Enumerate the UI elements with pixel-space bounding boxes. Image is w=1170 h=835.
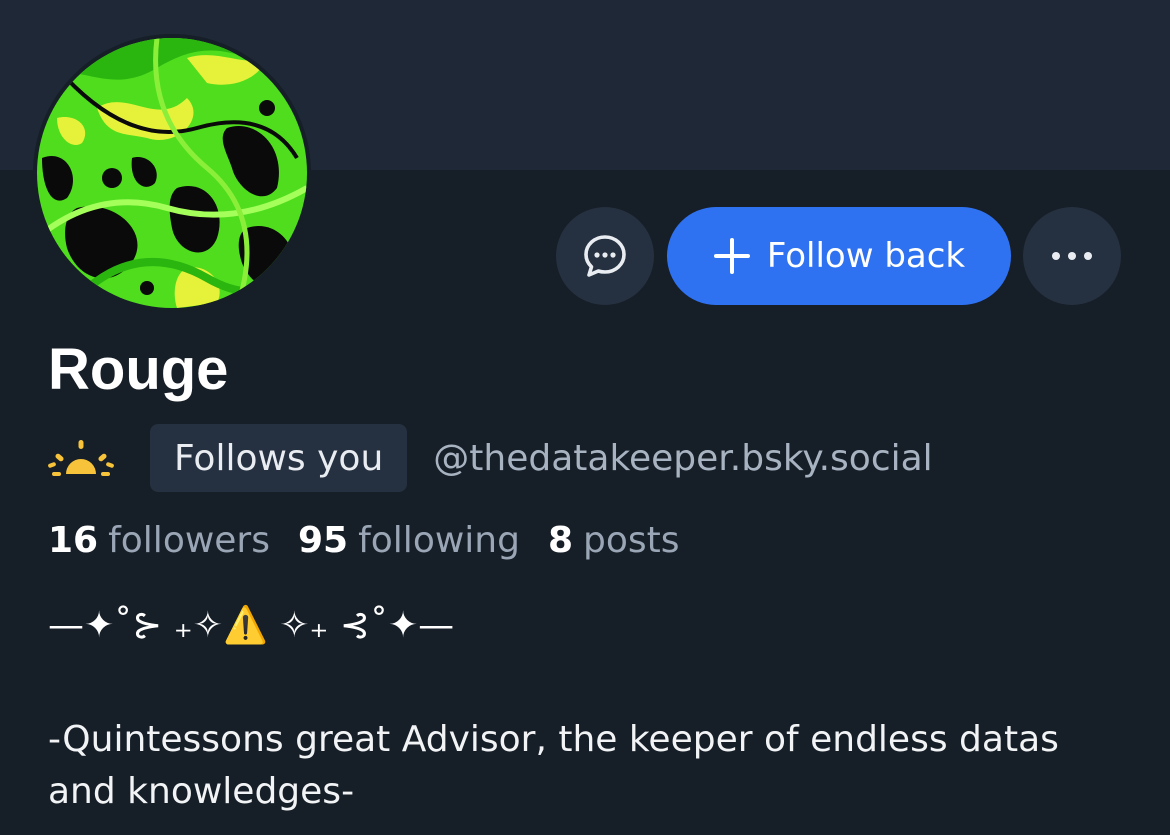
profile-stats: 16 followers 95 following 8 posts — [48, 520, 708, 561]
followers-stat[interactable]: 16 followers — [48, 520, 270, 561]
chat-bubble-icon — [584, 235, 626, 277]
following-count: 95 — [298, 520, 349, 561]
bio-decoration: —✦˚⊱ ₊✧⚠️ ✧₊ ⊰˚✦— — [48, 605, 455, 646]
followers-count: 16 — [48, 520, 99, 561]
ellipsis-icon — [1052, 252, 1092, 260]
avatar-image — [37, 38, 307, 308]
following-stat[interactable]: 95 following — [298, 520, 520, 561]
handle: @thedatakeeper.bsky.social — [433, 437, 933, 479]
profile-page: Follow back Rouge Follows you @thedatake… — [0, 0, 1170, 835]
avatar[interactable] — [33, 34, 311, 312]
sunrise-icon — [48, 440, 114, 476]
follow-back-label: Follow back — [766, 236, 966, 276]
following-label: following — [358, 520, 520, 561]
bio-text: -Quintessons great Advisor, the keeper o… — [48, 719, 1059, 812]
more-options-button[interactable] — [1023, 207, 1121, 305]
message-button[interactable] — [556, 207, 654, 305]
plus-icon — [713, 238, 750, 274]
follows-you-badge: Follows you — [150, 424, 408, 492]
followers-label: followers — [108, 520, 270, 561]
posts-stat: 8 posts — [548, 520, 680, 561]
follow-back-button[interactable]: Follow back — [667, 207, 1011, 305]
posts-label: posts — [583, 520, 680, 561]
handle-row: Follows you @thedatakeeper.bsky.social — [48, 424, 933, 492]
display-name: Rouge — [48, 337, 229, 402]
posts-count: 8 — [547, 520, 574, 561]
